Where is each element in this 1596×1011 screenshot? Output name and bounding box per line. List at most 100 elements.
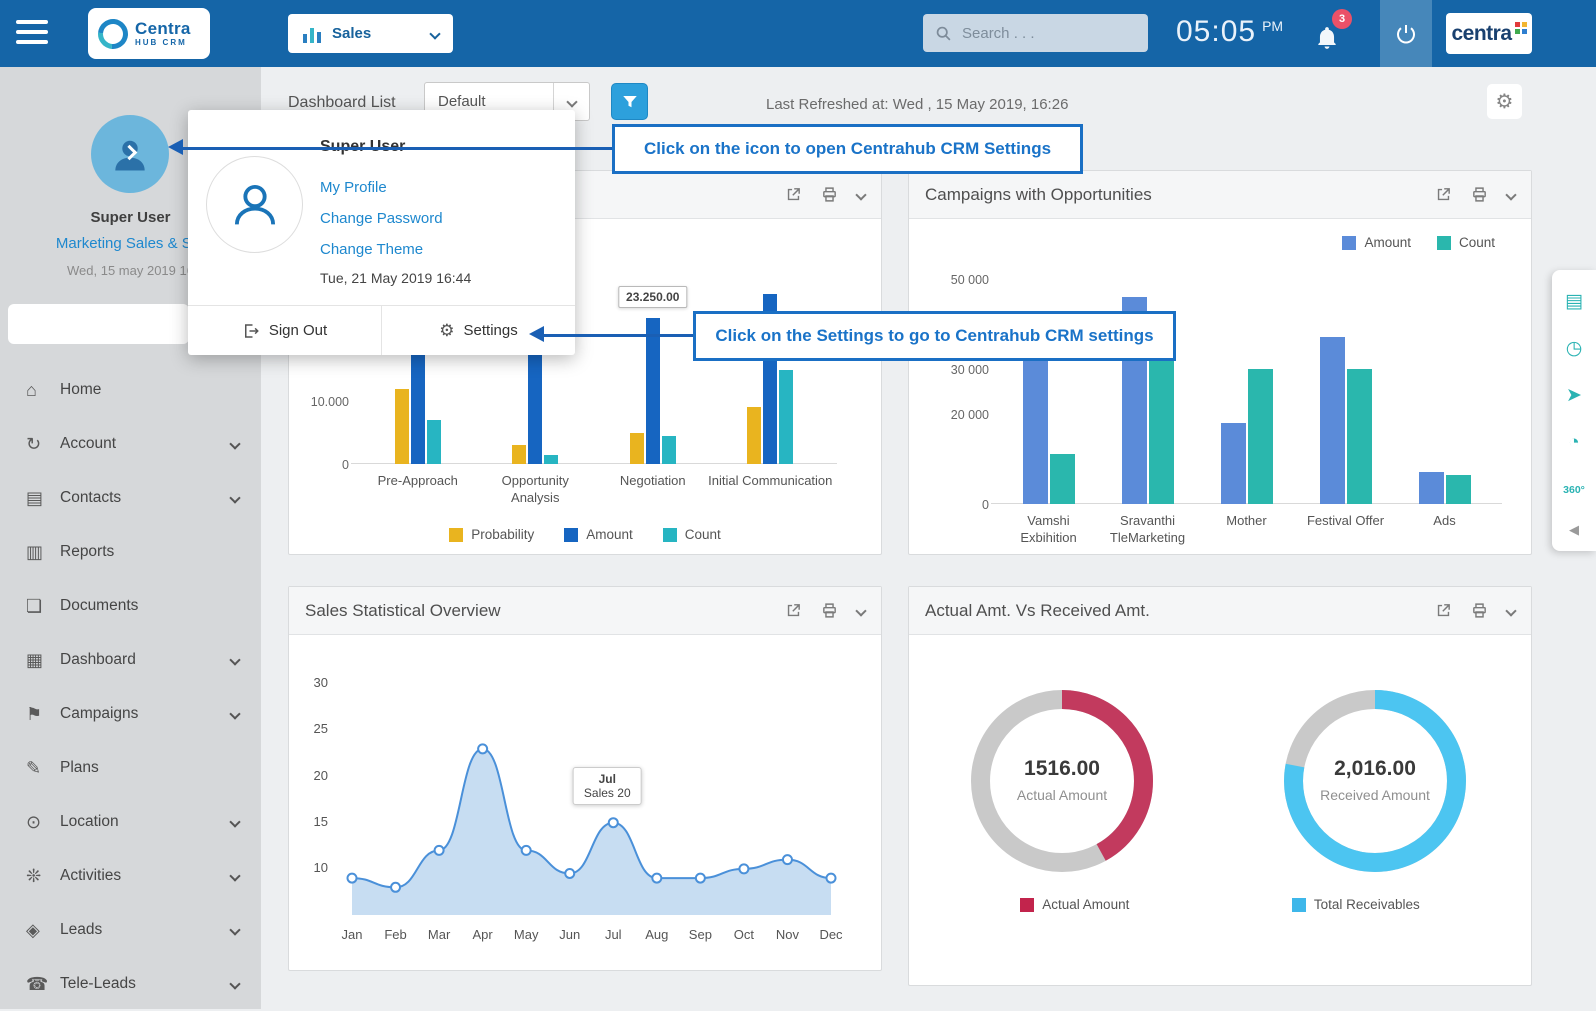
chevron-down-icon[interactable] — [1507, 191, 1515, 199]
module-select[interactable]: Sales — [288, 14, 453, 53]
y-axis-tick: 50 000 — [951, 273, 989, 287]
chevron-down-icon[interactable] — [857, 191, 865, 199]
centrahub-logo[interactable]: Centra HUB CRM — [88, 8, 210, 59]
x-axis-label: Oct — [734, 927, 754, 942]
external-link-icon[interactable] — [1435, 602, 1452, 619]
collapse-icon[interactable]: ◀ — [1552, 513, 1596, 547]
bar-group — [1023, 355, 1075, 504]
bar-chart-icon — [302, 24, 322, 44]
legend-label: Count — [1459, 235, 1495, 250]
sidebar-item-activities[interactable]: ❊Activities — [0, 849, 261, 903]
activities-icon: ❊ — [26, 866, 60, 887]
sidebar-item-label: Account — [60, 435, 231, 453]
sidebar-item-reports[interactable]: ▥Reports — [0, 525, 261, 579]
plans-icon: ✎ — [26, 758, 60, 779]
sidebar-item-plans[interactable]: ✎Plans — [0, 741, 261, 795]
x-axis-label: Sep — [689, 927, 712, 942]
legend-swatch — [1342, 236, 1356, 250]
donut-label: Actual Amount — [1017, 787, 1107, 803]
x-axis-label: Jul — [605, 927, 622, 942]
user-avatar[interactable] — [91, 115, 169, 193]
y-axis-tick: 10.000 — [311, 395, 349, 409]
arrow-left-icon — [529, 326, 544, 342]
dashboard-settings-button[interactable]: ⚙ — [1487, 84, 1522, 119]
bar-amount — [1419, 472, 1444, 504]
sidebar-item-dashboard[interactable]: ▦Dashboard — [0, 633, 261, 687]
power-icon — [1394, 22, 1418, 46]
panel-header: Actual Amt. Vs Received Amt. — [909, 587, 1531, 635]
panel-title: Campaigns with Opportunities — [925, 185, 1435, 205]
campaigns-icon: ⚑ — [26, 704, 60, 725]
legend-label: Count — [685, 527, 721, 542]
tooltip-title: Jul — [584, 772, 631, 786]
report-icon[interactable]: ▤ — [1552, 278, 1596, 325]
legend-swatch — [663, 528, 677, 542]
search-input[interactable] — [960, 24, 1136, 43]
reports-icon: ▥ — [26, 542, 60, 563]
bar-count — [779, 370, 793, 464]
print-icon[interactable] — [1471, 186, 1488, 203]
panel-header: Sales Statistical Overview — [289, 587, 881, 635]
bar-group — [630, 318, 676, 464]
tooltip-text: Sales 20 — [584, 786, 631, 800]
bar-probability — [747, 407, 761, 464]
sidebar-item-label: Plans — [60, 759, 239, 777]
sidebar-item-label: Contacts — [60, 489, 231, 507]
history-icon[interactable]: ◷ — [1552, 325, 1596, 372]
data-label: 23.250.00 — [618, 286, 687, 308]
donut-value: 2,016.00 — [1334, 757, 1416, 781]
sidebar-item-label: Home — [60, 381, 239, 399]
settings-button[interactable]: ⚙ Settings — [382, 306, 575, 355]
y-axis-tick: 10 — [300, 860, 328, 875]
external-link-icon[interactable] — [785, 186, 802, 203]
rotate-360-icon[interactable]: 360° — [1552, 466, 1596, 513]
external-link-icon[interactable] — [1435, 186, 1452, 203]
y-axis-tick: 30 000 — [951, 363, 989, 377]
x-axis-label: Apr — [473, 927, 493, 942]
user-menu-link-change-password[interactable]: Change Password — [320, 203, 443, 234]
print-icon[interactable] — [821, 602, 838, 619]
x-axis-label: Jan — [342, 927, 363, 942]
sidebar-item-home[interactable]: ⌂Home — [0, 363, 261, 417]
sidebar-quick-box[interactable] — [8, 304, 189, 344]
sidebar-item-tele-leads[interactable]: ☎Tele-Leads — [0, 957, 261, 1011]
sidebar-item-location[interactable]: ⊙Location — [0, 795, 261, 849]
notifications-button[interactable]: 3 — [1312, 18, 1352, 58]
reminder-icon[interactable]: ◔ — [1552, 419, 1596, 466]
y-axis-tick: 30 — [300, 675, 328, 690]
legend-item: Count — [1437, 235, 1495, 250]
share-icon[interactable]: ➤ — [1552, 372, 1596, 419]
sidebar-item-label: Campaigns — [60, 705, 231, 723]
sidebar-item-contacts[interactable]: ▤Contacts — [0, 471, 261, 525]
x-axis-label: Aug — [645, 927, 668, 942]
arrow-left-icon — [168, 139, 183, 155]
logout-power-button[interactable] — [1380, 0, 1432, 67]
sidebar-item-label: Leads — [60, 921, 231, 939]
user-menu-links: My ProfileChange PasswordChange Theme — [320, 172, 443, 265]
bar-probability — [395, 389, 409, 464]
print-icon[interactable] — [1471, 602, 1488, 619]
chevron-down-icon[interactable] — [857, 607, 865, 615]
filter-button[interactable] — [611, 83, 648, 120]
home-icon: ⌂ — [26, 380, 60, 401]
sidebar-item-campaigns[interactable]: ⚑Campaigns — [0, 687, 261, 741]
print-icon[interactable] — [821, 186, 838, 203]
sign-out-button[interactable]: Sign Out — [188, 306, 382, 355]
user-menu-datetime: Tue, 21 May 2019 16:44 — [320, 270, 471, 286]
logo-text: Centra HUB CRM — [135, 20, 191, 47]
sidebar-item-account[interactable]: ↻Account — [0, 417, 261, 471]
logo-text-secondary: HUB CRM — [135, 38, 191, 47]
panel-title: Actual Amt. Vs Received Amt. — [925, 601, 1435, 621]
user-menu-link-my-profile[interactable]: My Profile — [320, 172, 443, 203]
filter-icon — [621, 93, 639, 111]
menu-toggle-button[interactable] — [16, 20, 50, 48]
chart-legend: Actual AmountTotal Receivables — [909, 897, 1531, 912]
dashboard-select-value: Default — [425, 93, 553, 110]
legend-swatch — [564, 528, 578, 542]
sidebar-item-documents[interactable]: ❏Documents — [0, 579, 261, 633]
sidebar-item-leads[interactable]: ◈Leads — [0, 903, 261, 957]
x-axis-label: Feb — [384, 927, 406, 942]
user-menu-link-change-theme[interactable]: Change Theme — [320, 234, 443, 265]
chevron-down-icon[interactable] — [1507, 607, 1515, 615]
external-link-icon[interactable] — [785, 602, 802, 619]
